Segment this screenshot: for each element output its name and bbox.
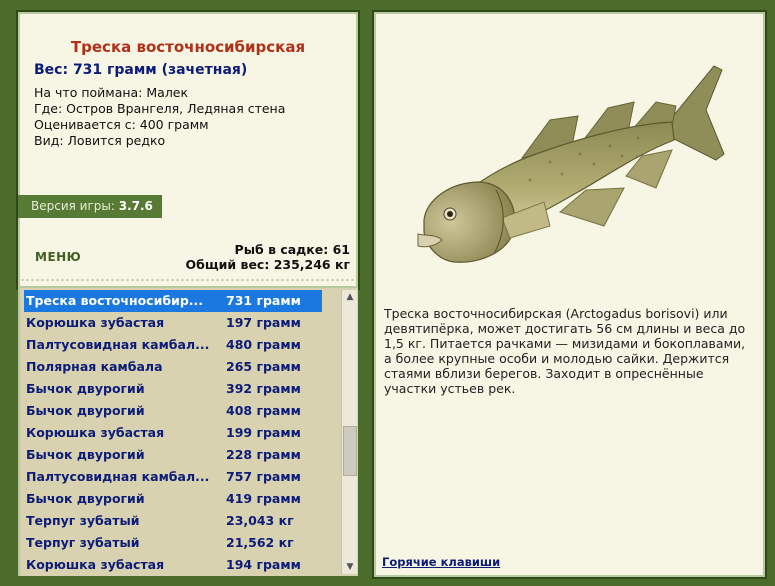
catch-list-item[interactable]: Палтусовидная камбал... 480 грамм [24, 334, 322, 356]
catch-item-name: Треска восточносибир... [26, 293, 204, 308]
catch-list-item[interactable]: Бычок двурогий 228 грамм [24, 444, 322, 466]
catch-item-name: Терпуг зубатый [26, 513, 140, 528]
catch-item-name: Бычок двурогий [26, 403, 145, 418]
scroll-thumb[interactable] [343, 426, 357, 476]
catch-item-weight: 199 грамм [226, 425, 301, 440]
scroll-down-icon[interactable]: ▼ [342, 560, 358, 574]
catch-item-name: Терпуг зубатый [26, 535, 140, 550]
fish-info-panel: Треска восточносибирская Вес: 731 грамм … [16, 10, 360, 290]
catch-item-weight: 392 грамм [226, 381, 301, 396]
catch-item-weight: 265 грамм [226, 359, 301, 374]
catch-list-item[interactable]: Терпуг зубатый 21,562 кг [24, 532, 322, 554]
catch-list-item[interactable]: Треска восточносибир... 731 грамм [24, 290, 322, 312]
catch-item-name: Корюшка зубастая [26, 557, 165, 572]
kind-text: Вид: Ловится редко [34, 133, 166, 148]
catch-item-name: Палтусовидная камбал... [26, 337, 210, 352]
fish-details: На что поймана: Малек Где: Остров Вранге… [34, 85, 285, 149]
fish-image [417, 65, 725, 263]
catch-item-weight: 197 грамм [226, 315, 301, 330]
scroll-up-icon[interactable]: ▲ [342, 290, 358, 304]
catch-item-name: Бычок двурогий [26, 491, 145, 506]
catch-item-name: Палтусовидная камбал... [26, 469, 210, 484]
catch-list: Треска восточносибир... 731 грамм Корюшка … [18, 288, 358, 576]
catch-item-weight: 23,043 кг [226, 513, 294, 528]
catch-item-weight: 419 грамм [226, 491, 301, 506]
catch-item-weight: 757 грамм [226, 469, 301, 484]
catch-item-name: Бычок двурогий [26, 381, 145, 396]
catch-list-item[interactable]: Корюшка зубастая 199 грамм [24, 422, 322, 444]
version-bar: Версия игры: 3.7.6 [18, 195, 162, 218]
catch-item-name: Корюшка зубастая [26, 315, 165, 330]
caught-on-text: На что поймана: Малек [34, 85, 189, 100]
catch-item-name: Полярная камбала [26, 359, 163, 374]
catch-list-item[interactable]: Бычок двурогий 419 грамм [24, 488, 322, 510]
catch-list-item[interactable]: Бычок двурогий 408 грамм [24, 400, 322, 422]
catch-item-weight: 21,562 кг [226, 535, 294, 550]
total-weight: Общий вес: 235,246 кг [185, 257, 351, 272]
fish-weight: Вес: 731 грамм (зачетная) [34, 62, 248, 78]
location-text: Где: Остров Врангеля, Ледяная стена [34, 101, 286, 116]
catch-item-name: Корюшка зубастая [26, 425, 165, 440]
fish-description-panel: Треска восточносибирская (Arctogadus bor… [372, 10, 767, 579]
catch-item-weight: 731 грамм [226, 293, 301, 308]
fish-count: Рыб в садке: 61 [234, 242, 350, 257]
min-weight-text: Оценивается с: 400 грамм [34, 117, 209, 132]
fish-description: Треска восточносибирская (Arctogadus bor… [384, 306, 746, 396]
catch-list-item[interactable]: Терпуг зубатый 23,043 кг [24, 510, 322, 532]
catch-list-item[interactable]: Палтусовидная камбал... 757 грамм [24, 466, 322, 488]
hotkeys-link[interactable]: Горячие клавиши [382, 555, 500, 569]
catch-list-item[interactable]: Корюшка зубастая 194 грамм [24, 554, 322, 576]
catch-stats: Рыб в садке: 61 Общий вес: 235,246 кг [186, 242, 351, 272]
catch-list-item[interactable]: Корюшка зубастая 197 грамм [24, 312, 322, 334]
catch-list-item[interactable]: Полярная камбала 265 грамм [24, 356, 322, 378]
catch-item-weight: 480 грамм [226, 337, 301, 352]
fish-title: Треска восточносибирская [70, 38, 306, 56]
version-value: 3.7.6 [118, 199, 153, 213]
dotted-divider [20, 278, 356, 282]
catch-item-weight: 194 грамм [226, 557, 301, 572]
catch-list-item[interactable]: Бычок двурогий 392 грамм [24, 378, 322, 400]
list-scrollbar[interactable]: ▲ ▼ [341, 290, 357, 574]
catch-item-name: Бычок двурогий [26, 447, 145, 462]
version-label: Версия игры: [31, 199, 115, 213]
menu-button[interactable]: МЕНЮ [35, 250, 81, 264]
catch-item-weight: 228 грамм [226, 447, 301, 462]
catch-item-weight: 408 грамм [226, 403, 301, 418]
